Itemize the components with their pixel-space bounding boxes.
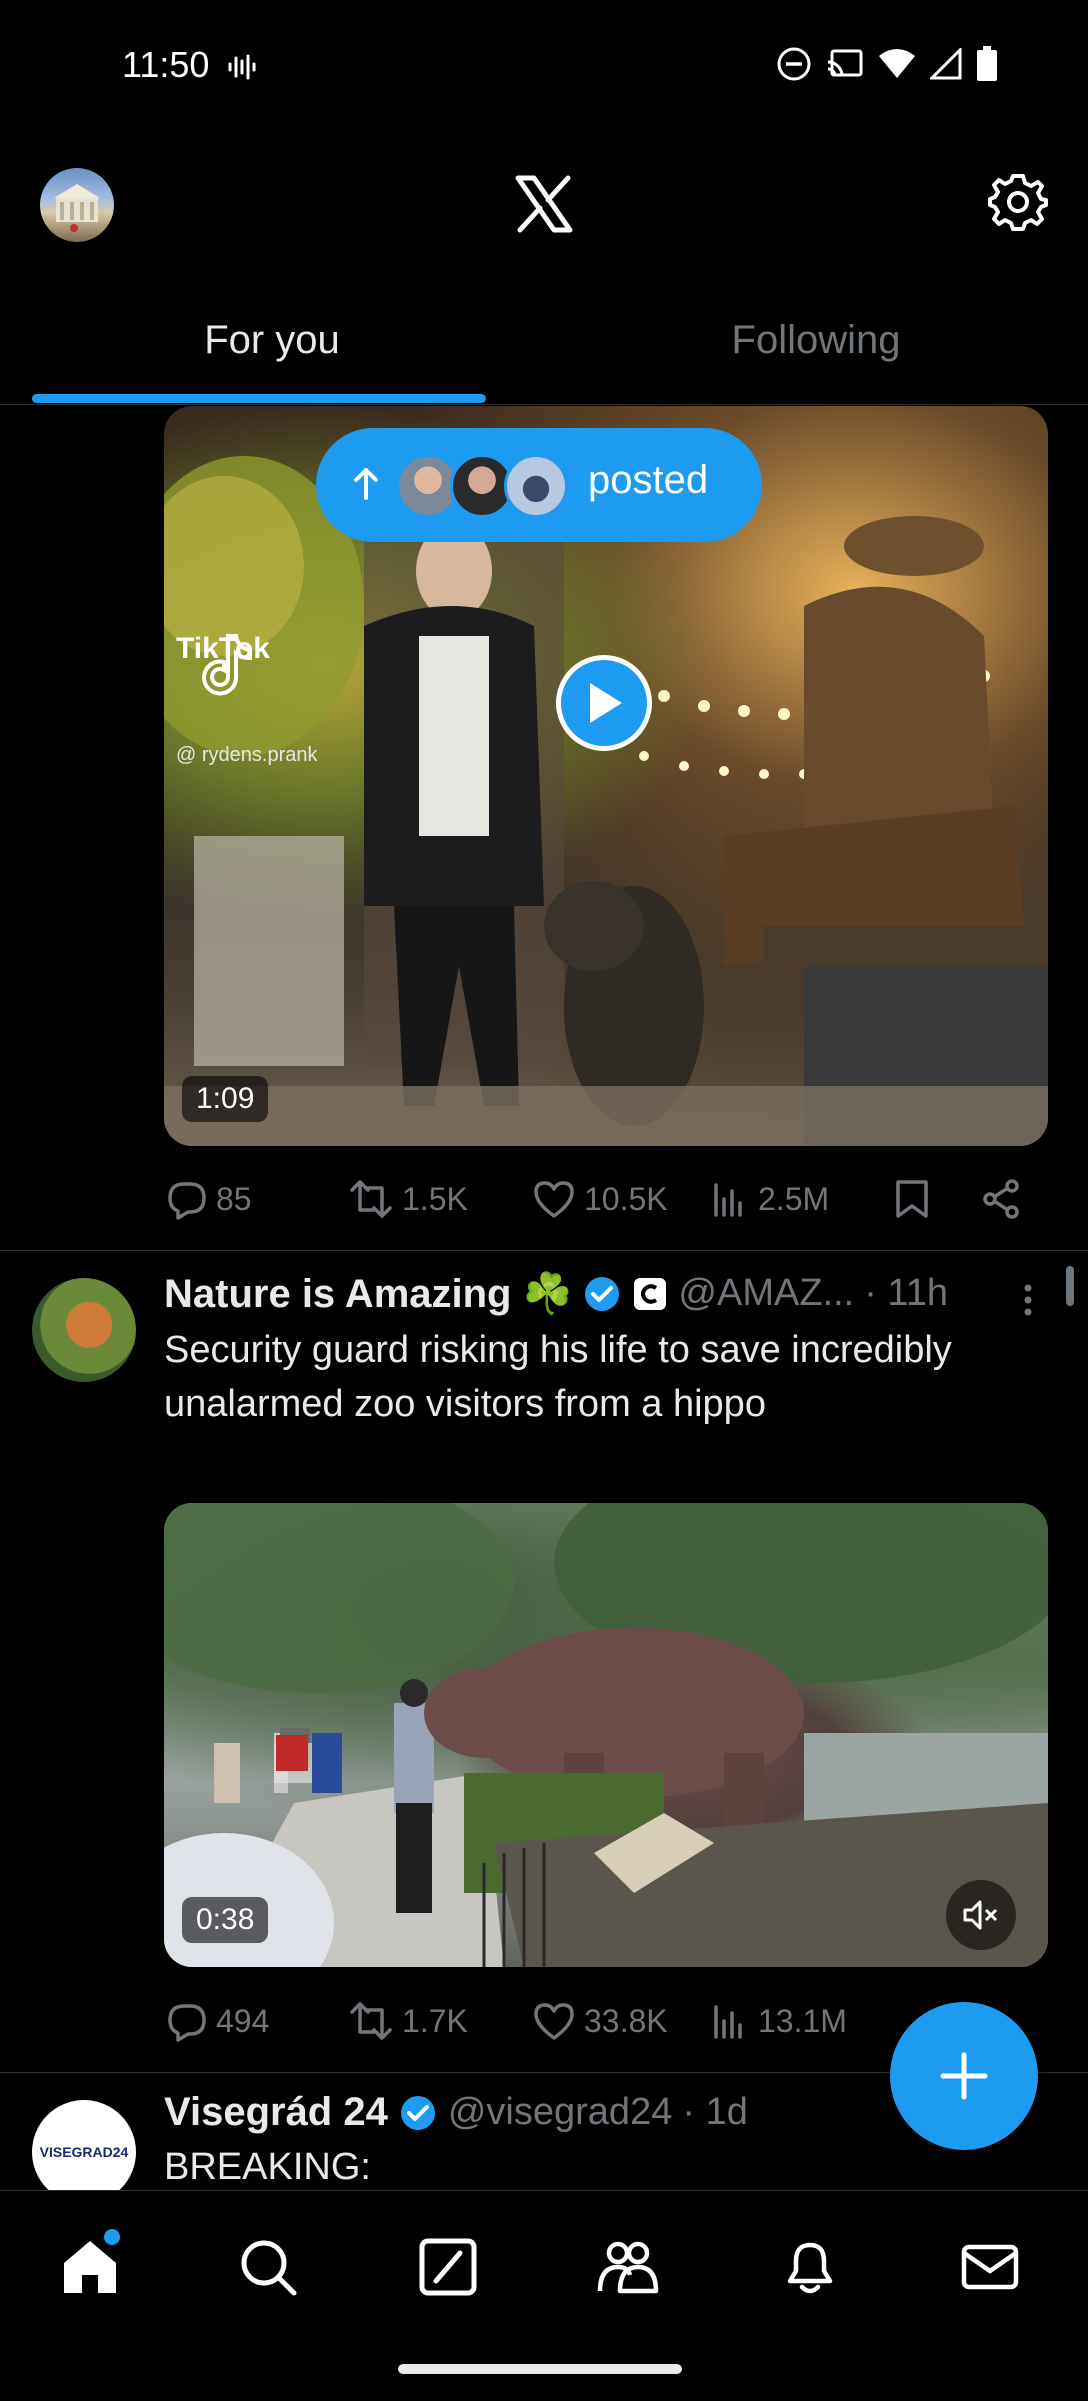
tweet2-video[interactable] — [164, 1503, 1048, 1967]
compose-button[interactable] — [890, 2002, 1038, 2150]
views-button[interactable]: 2.5M — [710, 1179, 829, 1219]
affiliate-badge-icon — [632, 1276, 668, 1312]
tweet3-text: BREAKING: — [164, 2146, 371, 2188]
views-count: 2.5M — [758, 1180, 830, 1217]
tiktok-icon — [198, 632, 258, 702]
tweet3-header: Visegrád 24 @visegrad24 · 1d — [164, 2090, 748, 2135]
repost-icon — [350, 1180, 392, 1218]
tweet3-time: · 1d — [682, 2091, 748, 2133]
bell-icon — [787, 2242, 833, 2294]
views-icon — [714, 2005, 742, 2039]
tab-for-you[interactable]: For you — [0, 318, 544, 363]
heart-icon — [534, 1181, 574, 1218]
repost-button[interactable]: 1.7K — [348, 2000, 468, 2042]
tweet1-actions: 85 1.5K 10.5K 2.5M — [0, 1174, 1088, 1224]
nav-home[interactable] — [58, 2229, 122, 2299]
like-button[interactable]: 10.5K — [532, 1179, 668, 1219]
plus-icon — [940, 2052, 988, 2100]
status-time: 11:50 — [122, 44, 210, 85]
tweet2-handle: @AMAZ... — [678, 1272, 855, 1314]
wifi-icon — [878, 48, 916, 80]
reply-icon — [168, 1182, 206, 1220]
repost-count: 1.5K — [402, 1180, 468, 1217]
x-logo-icon[interactable] — [512, 172, 576, 236]
tweet2-text: Security guard risking his life to save … — [164, 1329, 952, 1425]
heart-icon — [534, 2003, 574, 2040]
more-options-icon[interactable] — [1010, 1280, 1046, 1320]
bookmark-button[interactable] — [894, 1178, 930, 1220]
grok-icon — [419, 2238, 477, 2296]
reply-button[interactable]: 494 — [166, 2000, 269, 2042]
dnd-icon — [776, 46, 812, 82]
repost-count: 1.7K — [402, 2002, 468, 2039]
notification-dot — [104, 2229, 120, 2245]
battery-icon — [976, 46, 998, 82]
scrollbar[interactable] — [1066, 1266, 1074, 1306]
arrow-up-icon — [354, 468, 378, 500]
views-button[interactable]: 13.1M — [710, 2001, 847, 2041]
tab-following[interactable]: Following — [544, 318, 1088, 363]
new-posts-pill[interactable]: posted — [316, 428, 762, 542]
tiktok-handle: @ rydens.prank — [176, 744, 318, 766]
gesture-home-indicator[interactable] — [398, 2364, 682, 2374]
communities-icon — [597, 2241, 659, 2294]
views-icon — [714, 1183, 742, 1217]
tweet-divider — [0, 1250, 1088, 1251]
tab-divider — [0, 404, 1088, 405]
tweet3-avatar[interactable]: VISEGRAD24 — [32, 2100, 136, 2204]
verified-badge-icon — [582, 1274, 622, 1314]
like-count: 10.5K — [584, 1180, 668, 1217]
reply-count: 494 — [216, 2002, 270, 2039]
share-icon — [983, 1179, 1019, 1219]
tweet3-avatar-text: VISEGRAD24 — [39, 2144, 129, 2160]
reply-count: 85 — [216, 1180, 252, 1217]
status-icons — [776, 46, 998, 82]
views-count: 13.1M — [758, 2002, 847, 2039]
verified-badge-icon — [398, 2093, 438, 2133]
posted-label: posted — [588, 458, 709, 502]
nav-messages[interactable] — [958, 2235, 1022, 2299]
like-count: 33.8K — [584, 2002, 668, 2039]
mute-button[interactable] — [946, 1880, 1016, 1950]
tweet2-avatar[interactable] — [32, 1278, 136, 1382]
nav-communities[interactable] — [596, 2235, 660, 2299]
video-duration: 0:38 — [182, 1897, 269, 1943]
share-button[interactable] — [980, 1178, 1022, 1220]
like-button[interactable]: 33.8K — [532, 2001, 668, 2041]
tab-active-indicator — [32, 394, 486, 403]
repost-button[interactable]: 1.5K — [348, 1178, 468, 1220]
mail-icon — [961, 2244, 1019, 2290]
cast-icon — [826, 48, 864, 80]
tweet3-author-name[interactable]: Visegrád 24 — [164, 2090, 388, 2135]
bookmark-icon — [896, 1180, 928, 1218]
reply-icon — [168, 2004, 206, 2042]
nav-grok[interactable] — [416, 2235, 480, 2299]
search-icon — [241, 2240, 297, 2296]
tweet3-handle: @visegrad24 — [447, 2091, 673, 2133]
gear-icon[interactable] — [988, 172, 1048, 232]
volume-muted-icon — [963, 1900, 998, 1930]
play-button[interactable] — [556, 655, 652, 751]
signal-icon — [930, 48, 962, 80]
tweet2-time: · 11h — [864, 1272, 949, 1314]
tweet2-header: Nature is Amazing ☘️ @AMAZ... · 11h — [164, 1270, 1004, 1317]
repost-icon — [350, 2002, 392, 2040]
voice-activity-icon — [226, 52, 256, 82]
reply-button[interactable]: 85 — [166, 1178, 252, 1220]
pill-avatar-3 — [504, 454, 568, 518]
profile-avatar[interactable] — [40, 168, 114, 242]
nav-search[interactable] — [236, 2235, 300, 2299]
nav-notifications[interactable] — [778, 2235, 842, 2299]
tweet2-author-name[interactable]: Nature is Amazing ☘️ — [164, 1270, 572, 1317]
video-duration: 1:09 — [182, 1076, 269, 1122]
